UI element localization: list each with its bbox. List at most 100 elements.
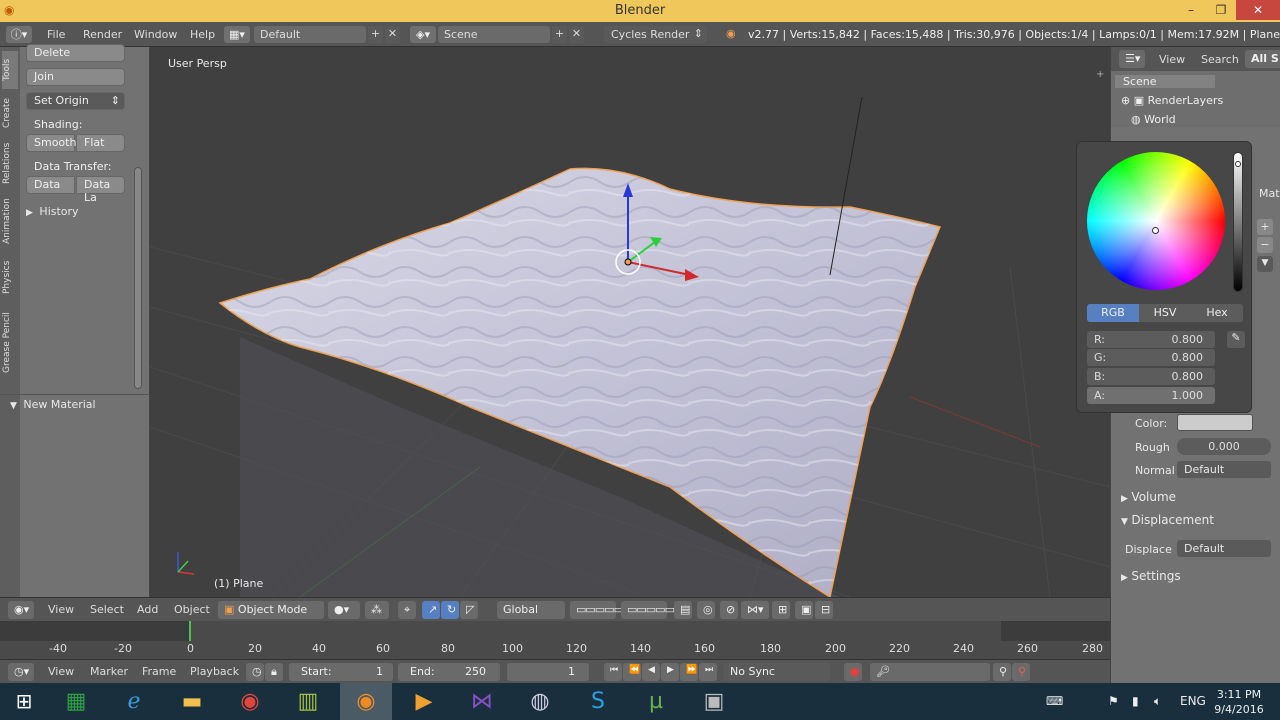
tab-hsv[interactable]: HSV (1139, 304, 1191, 322)
outliner-item-world[interactable]: ◍ World (1121, 113, 1176, 126)
current-frame-cursor[interactable] (189, 621, 191, 641)
viewport-shading-select[interactable]: ●▾ (328, 601, 360, 619)
winrar-icon[interactable]: ▥ (282, 683, 334, 720)
add-layout-button[interactable]: + (368, 26, 383, 43)
flag-icon[interactable]: ⚑ (1108, 683, 1119, 720)
snap-element-select[interactable]: ⋈▾ (741, 601, 769, 619)
insert-keyframe-icon[interactable]: ⚲ (993, 663, 1011, 681)
language-indicator[interactable]: ENG (1180, 683, 1206, 720)
transform-orientation-select[interactable]: Global (497, 601, 565, 619)
screen-layout-icon[interactable]: ▦▾ (224, 26, 250, 43)
opengl-anim-icon[interactable]: ⊟ (815, 601, 833, 619)
close-button[interactable]: ✕ (1236, 0, 1280, 20)
tab-relations[interactable]: Relations (2, 137, 18, 189)
menu-help[interactable]: Help (190, 28, 215, 41)
3d-viewport[interactable]: User Persp (1) Plane + (150, 47, 1110, 597)
menu-outliner-view[interactable]: View (1159, 53, 1185, 66)
menu-add[interactable]: Add (137, 603, 158, 616)
menu-playback[interactable]: Playback (190, 665, 239, 678)
remove-scene-button[interactable]: ✕ (569, 26, 584, 43)
color-picker-popup[interactable]: RGB HSV Hex R: 0.800 G: 0.800 B: 0.800 A… (1076, 141, 1252, 413)
internet-explorer-icon[interactable]: ℯ (108, 683, 160, 720)
rotate-manipulator-button[interactable]: ↻ (441, 601, 459, 619)
green-slider[interactable]: G: 0.800 (1087, 349, 1215, 366)
menu-outliner-search[interactable]: Search (1201, 53, 1239, 66)
editor-type-info-icon[interactable]: ⓘ▾ (6, 26, 32, 43)
start-frame-field[interactable]: Start: 1 (289, 663, 393, 681)
skype-icon[interactable]: S (572, 683, 624, 720)
outliner-item-scene[interactable]: Scene (1115, 75, 1215, 88)
tab-grease-pencil[interactable]: Grease Pencil (2, 305, 18, 381)
start-button[interactable]: ⊞ (0, 683, 48, 720)
menu-select[interactable]: Select (90, 603, 124, 616)
visual-studio-icon[interactable]: ⋈ (456, 683, 508, 720)
menu-render[interactable]: Render (83, 28, 122, 41)
blender-taskbar-icon[interactable]: ◉ (340, 683, 392, 720)
menu-window[interactable]: Window (134, 28, 177, 41)
jump-keyframe-back-button[interactable]: ⏪ (623, 663, 641, 681)
manipulator-toggle[interactable]: ⌖ (398, 601, 416, 619)
volume-icon[interactable]: 🔈︎ (1154, 683, 1161, 720)
displacement-panel-header[interactable]: ▼ Displacement (1121, 513, 1271, 531)
snap-target-icon[interactable]: ⊞ (772, 601, 790, 619)
sync-mode-select[interactable]: No Sync (724, 663, 830, 681)
steam-icon[interactable]: ◍ (514, 683, 566, 720)
value-slider[interactable] (1233, 152, 1243, 292)
color-swatch[interactable] (1177, 414, 1253, 431)
editor-type-3d-icon[interactable]: ◉▾ (8, 601, 34, 619)
displace-select[interactable]: Default (1177, 540, 1271, 557)
tab-hex[interactable]: Hex (1191, 304, 1243, 322)
minimize-button[interactable]: – (1176, 0, 1206, 20)
flat-button[interactable]: Flat (76, 134, 125, 152)
maximize-button[interactable]: ❐ (1206, 0, 1236, 20)
menu-object[interactable]: Object (174, 603, 210, 616)
excel-icon[interactable]: ▦ (50, 683, 102, 720)
editor-type-outliner-icon[interactable]: ☰▾ (1119, 50, 1145, 68)
display-mode-select[interactable]: All S (1245, 50, 1280, 68)
menu-timeline-view[interactable]: View (48, 665, 74, 678)
blue-slider[interactable]: B: 0.800 (1087, 368, 1215, 385)
snap-toggle-icon[interactable]: ⊘ (720, 601, 738, 619)
outliner-item-renderlayers[interactable]: ⊕ ▣ RenderLayers (1121, 94, 1223, 107)
opengl-render-icon[interactable]: ▣ (795, 601, 813, 619)
menu-file[interactable]: File (47, 28, 65, 41)
media-player-icon[interactable]: ▶ (398, 683, 450, 720)
play-button[interactable]: ▶ (661, 663, 679, 681)
window-app-icon[interactable]: ▣ (688, 683, 740, 720)
network-icon[interactable]: ▮ (1132, 683, 1139, 720)
render-layer-icon[interactable]: ▤ (674, 601, 692, 619)
tab-rgb[interactable]: RGB (1087, 304, 1139, 322)
end-frame-field[interactable]: End: 250 (398, 663, 500, 681)
tab-animation[interactable]: Animation (2, 193, 18, 249)
keying-set-field[interactable]: 🔑︎ (870, 663, 990, 681)
keyboard-icon[interactable]: ⌨ (1046, 683, 1063, 720)
menu-frame[interactable]: Frame (142, 665, 176, 678)
proportional-edit-icon[interactable]: ◎ (697, 601, 715, 619)
history-panel-header[interactable]: ▶ History (26, 205, 128, 223)
screen-layout-field[interactable]: Default (254, 26, 366, 43)
jump-end-button[interactable]: ⏭ (699, 663, 717, 681)
jump-start-button[interactable]: ⏮ (604, 663, 622, 681)
menu-view[interactable]: View (48, 603, 74, 616)
join-button[interactable]: Join (26, 68, 125, 86)
eyedropper-icon[interactable]: ✎ (1227, 331, 1245, 348)
tab-tools[interactable]: Tools (2, 51, 18, 89)
scene-field[interactable]: Scene (438, 26, 550, 43)
add-scene-button[interactable]: + (552, 26, 567, 43)
set-origin-menu[interactable]: Set Origin ⇕ (26, 92, 125, 110)
delete-keyframe-icon[interactable]: ⚲ (1012, 663, 1030, 681)
menu-marker[interactable]: Marker (90, 665, 128, 678)
clock[interactable]: 3:11 PM 9/4/2016 (1210, 687, 1268, 717)
chrome-icon[interactable]: ◉ (224, 683, 276, 720)
jump-keyframe-forward-button[interactable]: ⏩ (680, 663, 698, 681)
viewport-corner-plus-icon[interactable]: + (1096, 69, 1104, 80)
data-layout-button[interactable]: Data La (76, 176, 125, 204)
preview-range-icon[interactable]: ◷ (246, 663, 264, 681)
render-engine-select[interactable]: Cycles Render ⇕ (604, 26, 707, 43)
file-explorer-icon[interactable]: ▬ (166, 683, 218, 720)
color-wheel-cursor[interactable] (1152, 227, 1159, 234)
timeline-area[interactable]: -40 -20 0 20 40 60 80 100 120 140 160 18… (0, 621, 1110, 659)
new-material-panel-header[interactable]: ▼ New Material (10, 398, 144, 416)
play-reverse-button[interactable]: ◀ (642, 663, 660, 681)
delete-button[interactable]: Delete (26, 44, 125, 62)
